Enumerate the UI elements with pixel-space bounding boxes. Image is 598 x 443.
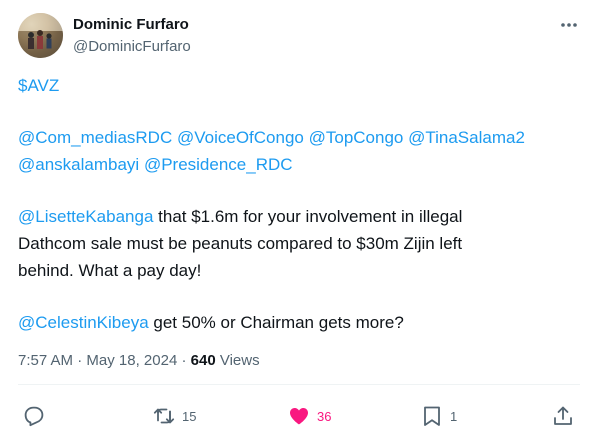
bookmark-count: 1 — [450, 408, 458, 424]
tweet-text: behind. What a pay day! — [18, 261, 202, 280]
mention-link[interactable]: @TinaSalama2 — [408, 128, 525, 147]
mention-link[interactable]: @Com_mediasRDC — [18, 128, 172, 147]
tweet-paragraph-line-1: @LisetteKabanga that $1.6m for your invo… — [18, 203, 584, 230]
reply-icon — [24, 406, 44, 427]
mention-link[interactable]: @CelestinKibeya — [18, 313, 149, 332]
tweet-time[interactable]: 7:57 AM — [18, 352, 73, 369]
tweet-meta: 7:57 AM · May 18, 2024 · 640 Views — [18, 351, 260, 371]
like-button[interactable]: 36 — [287, 403, 331, 429]
more-icon — [561, 23, 577, 27]
mention-link[interactable]: @TopCongo — [309, 128, 404, 147]
avatar-photo — [18, 13, 63, 58]
author-display-name[interactable]: Dominic Furfaro — [73, 15, 189, 35]
divider — [18, 384, 580, 385]
tweet-text: get 50% or Chairman gets more? — [148, 313, 404, 332]
author-handle[interactable]: @DominicFurfaro — [73, 37, 191, 57]
tweet-mentions-line-1: @Com_mediasRDC @VoiceOfCongo @TopCongo @… — [18, 124, 584, 151]
mention-link[interactable]: @LisetteKabanga — [18, 207, 153, 226]
avatar[interactable] — [18, 13, 63, 58]
bookmark-icon — [424, 406, 440, 426]
views-count: 640 — [190, 352, 216, 369]
meta-separator: · — [73, 352, 87, 369]
tweet-date[interactable]: May 18, 2024 — [86, 352, 177, 369]
bookmark-button[interactable]: 1 — [420, 403, 457, 429]
tweet-paragraph-last: @CelestinKibeya get 50% or Chairman gets… — [18, 309, 584, 336]
reply-button[interactable] — [22, 403, 52, 429]
mention-link[interactable]: @anskalambayi — [18, 155, 139, 174]
retweet-count: 15 — [182, 408, 197, 424]
mention-link[interactable]: @VoiceOfCongo — [177, 128, 304, 147]
tweet-line-cashtag: $AVZ — [18, 72, 584, 99]
like-count: 36 — [317, 408, 332, 424]
tweet-text: Dathcom sale must be peanuts compared to… — [18, 234, 463, 253]
more-options-button[interactable] — [556, 12, 582, 38]
mention-link[interactable]: @Presidence_RDC — [144, 155, 293, 174]
share-icon — [554, 406, 572, 425]
like-icon — [290, 408, 308, 425]
meta-separator: · — [177, 352, 191, 369]
tweet-paragraph-line-3: behind. What a pay day! — [18, 257, 584, 284]
tweet-mentions-line-2: @anskalambayi @Presidence_RDC — [18, 151, 584, 178]
share-button[interactable] — [551, 403, 575, 429]
tweet-text: that $1.6m for your involvement in illeg… — [153, 207, 463, 226]
retweet-icon — [153, 408, 175, 424]
retweet-button[interactable]: 15 — [152, 403, 196, 429]
views-label: Views — [215, 352, 260, 369]
tweet-paragraph-line-2: Dathcom sale must be peanuts compared to… — [18, 230, 584, 257]
cashtag-link[interactable]: $AVZ — [18, 76, 59, 95]
